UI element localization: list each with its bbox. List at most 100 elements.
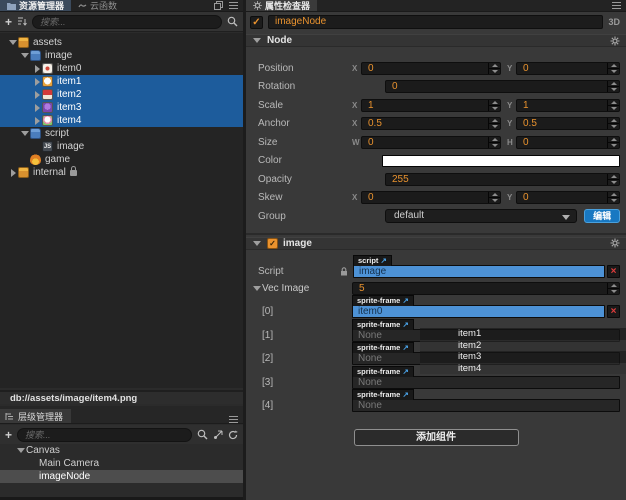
stepper-arrows[interactable] xyxy=(607,62,619,74)
property-position: Position X 0 Y 0 xyxy=(246,59,626,78)
tree-item-image-script[interactable]: JS image xyxy=(0,140,243,153)
section-caret-icon[interactable] xyxy=(252,241,262,246)
tree-item-item3[interactable]: item3 xyxy=(0,101,243,114)
tree-item-image-folder[interactable]: image xyxy=(0,49,243,62)
panel-menu-icon[interactable] xyxy=(229,2,238,9)
expand-caret-icon[interactable] xyxy=(16,448,26,453)
collapse-caret-icon[interactable] xyxy=(32,117,42,125)
color-swatch[interactable] xyxy=(382,154,620,167)
expand-caret-icon[interactable] xyxy=(20,131,30,136)
image-component-header[interactable]: ✓ image xyxy=(246,236,626,250)
tree-item-game-scene[interactable]: game xyxy=(0,153,243,166)
node-active-checkbox[interactable]: ✓ xyxy=(250,15,263,29)
locate-node-icon[interactable] xyxy=(213,430,223,440)
opacity-input[interactable]: 255 xyxy=(385,172,620,186)
scale-y-input[interactable]: 1 xyxy=(516,98,620,112)
stepper-arrows[interactable] xyxy=(607,81,619,93)
create-node-button[interactable]: + xyxy=(5,429,12,441)
stepper-arrows[interactable] xyxy=(607,136,619,148)
tree-item-internal[interactable]: internal xyxy=(0,165,243,179)
refresh-icon[interactable] xyxy=(228,430,238,440)
tab-hierarchy[interactable]: 层级管理器 xyxy=(0,409,72,423)
hierarchy-search-input[interactable] xyxy=(17,427,192,442)
expand-caret-icon[interactable] xyxy=(8,40,18,45)
node-settings-gear-icon[interactable] xyxy=(610,36,620,46)
external-link-icon[interactable]: ↗ xyxy=(402,367,408,376)
external-link-icon[interactable]: ↗ xyxy=(381,256,387,265)
tree-item-item1[interactable]: item1 xyxy=(0,75,243,88)
skew-y-input[interactable]: 0 xyxy=(516,191,620,205)
skew-x-input[interactable]: 0 xyxy=(361,191,501,205)
vec-image-count-input[interactable]: 5 xyxy=(352,281,620,295)
stepper-arrows[interactable] xyxy=(488,118,500,130)
stepper-arrows[interactable] xyxy=(607,192,619,204)
size-h-input[interactable]: 0 xyxy=(516,135,620,149)
sprite-frame-field-2[interactable]: None xyxy=(352,352,620,365)
external-link-icon[interactable]: ↗ xyxy=(402,320,408,329)
stepper-arrows[interactable] xyxy=(488,136,500,148)
tree-item-script-folder[interactable]: script xyxy=(0,127,243,140)
stepper-arrows[interactable] xyxy=(488,192,500,204)
tree-item-item4[interactable]: item4 xyxy=(0,114,243,127)
sort-icon[interactable] xyxy=(17,17,27,27)
tab-property-inspector[interactable]: 属性检查器 xyxy=(246,0,318,11)
collapse-caret-icon[interactable] xyxy=(32,65,42,73)
sprite-frame-field-0[interactable]: item0 xyxy=(352,305,605,318)
collapse-caret-icon[interactable] xyxy=(32,78,42,86)
collapse-caret-icon[interactable] xyxy=(32,104,42,112)
collapse-caret-icon[interactable] xyxy=(8,169,18,177)
search-icon[interactable] xyxy=(197,429,208,440)
clear-asset-button[interactable]: × xyxy=(607,305,620,318)
sprite-frame-field-4[interactable]: None xyxy=(352,399,620,412)
panel-menu-icon[interactable] xyxy=(612,2,621,9)
expand-caret-icon[interactable] xyxy=(20,53,30,58)
layout-icon[interactable] xyxy=(214,1,223,10)
stepper-arrows[interactable] xyxy=(607,99,619,111)
sprite-frame-field-1[interactable]: None xyxy=(352,328,620,342)
external-link-icon[interactable]: ↗ xyxy=(402,343,408,352)
clear-asset-button[interactable]: × xyxy=(607,264,620,278)
assets-search-input[interactable] xyxy=(32,14,222,29)
tab-asset-explorer[interactable]: 资源管理器 xyxy=(0,0,72,11)
scale-x-input[interactable]: 1 xyxy=(361,98,501,112)
position-x-input[interactable]: 0 xyxy=(361,61,501,75)
array-caret-icon[interactable] xyxy=(252,286,262,291)
tree-item-item0[interactable]: item0 xyxy=(0,62,243,75)
mode-3d-toggle[interactable]: 3D xyxy=(608,17,620,27)
tree-item-item2[interactable]: item2 xyxy=(0,88,243,101)
search-icon[interactable] xyxy=(227,16,238,27)
component-settings-gear-icon[interactable] xyxy=(610,238,620,248)
group-edit-button[interactable]: 编辑 xyxy=(584,209,620,224)
external-link-icon[interactable]: ↗ xyxy=(402,390,408,399)
tab-cloud-functions[interactable]: 云函数 xyxy=(71,0,124,11)
stepper-arrows[interactable] xyxy=(488,99,500,111)
collapse-caret-icon[interactable] xyxy=(32,91,42,99)
section-caret-icon[interactable] xyxy=(252,38,262,43)
group-select[interactable]: default xyxy=(385,209,578,224)
hierarchy-item-imagenode[interactable]: imageNode xyxy=(0,470,243,483)
hierarchy-item-main-camera[interactable]: Main Camera xyxy=(0,457,243,470)
stepper-arrows[interactable] xyxy=(607,173,619,185)
vec-image-entry-3: [3] sprite-frame ↗ None xyxy=(246,365,626,389)
tree-item-assets[interactable]: assets xyxy=(0,36,243,49)
node-name-input[interactable]: imageNode xyxy=(268,15,604,29)
assets-tabbar: 资源管理器 云函数 xyxy=(0,0,243,12)
size-w-input[interactable]: 0 xyxy=(361,135,501,149)
stepper-arrows[interactable] xyxy=(607,282,619,294)
external-link-icon[interactable]: ↗ xyxy=(402,296,408,305)
create-asset-button[interactable]: + xyxy=(5,16,12,28)
rotation-input[interactable]: 0 xyxy=(385,80,620,94)
position-y-input[interactable]: 0 xyxy=(516,61,620,75)
add-component-button[interactable]: 添加组件 xyxy=(353,429,519,446)
stepper-arrows[interactable] xyxy=(607,118,619,130)
component-enabled-checkbox[interactable]: ✓ xyxy=(267,237,278,249)
sprite-frame-field-3[interactable]: None xyxy=(352,375,620,389)
stepper-arrows[interactable] xyxy=(488,62,500,74)
hierarchy-item-canvas[interactable]: Canvas xyxy=(0,444,243,457)
script-asset-field[interactable]: image xyxy=(353,264,605,278)
panel-menu-icon[interactable] xyxy=(229,416,238,423)
lock-icon xyxy=(340,266,349,276)
anchor-x-input[interactable]: 0.5 xyxy=(361,117,501,131)
anchor-y-input[interactable]: 0.5 xyxy=(516,117,620,131)
node-section-header[interactable]: Node xyxy=(246,34,626,47)
